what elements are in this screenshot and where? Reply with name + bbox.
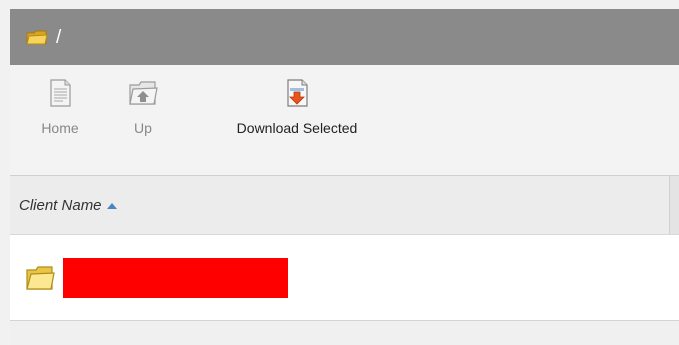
current-path: / — [56, 26, 62, 48]
home-label: Home — [41, 120, 79, 136]
table-row[interactable] — [10, 235, 679, 321]
client-name-header-label: Client Name — [19, 196, 102, 214]
home-button[interactable]: Home — [34, 79, 86, 136]
file-browser-panel: / Home Up Download Selected Client Name — [10, 9, 679, 345]
grid-header: Client Name — [10, 176, 679, 235]
client-name-column-header[interactable]: Client Name — [19, 197, 117, 214]
download-file-icon — [287, 79, 308, 107]
up-label: Up — [134, 120, 152, 136]
grid-empty-area — [10, 321, 679, 345]
folder-icon — [26, 265, 55, 290]
folder-up-icon — [129, 81, 158, 105]
up-button[interactable]: Up — [128, 79, 158, 136]
header-scrollbar-edge — [669, 176, 679, 234]
toolbar: Home Up Download Selected — [10, 65, 679, 176]
folder-icon — [26, 30, 48, 44]
redacted-client-name[interactable] — [63, 257, 288, 298]
download-selected-button[interactable]: Download Selected — [212, 79, 382, 136]
sort-ascending-icon — [106, 202, 117, 209]
path-bar: / — [10, 9, 679, 65]
document-icon — [50, 79, 71, 107]
download-selected-label: Download Selected — [236, 120, 358, 136]
